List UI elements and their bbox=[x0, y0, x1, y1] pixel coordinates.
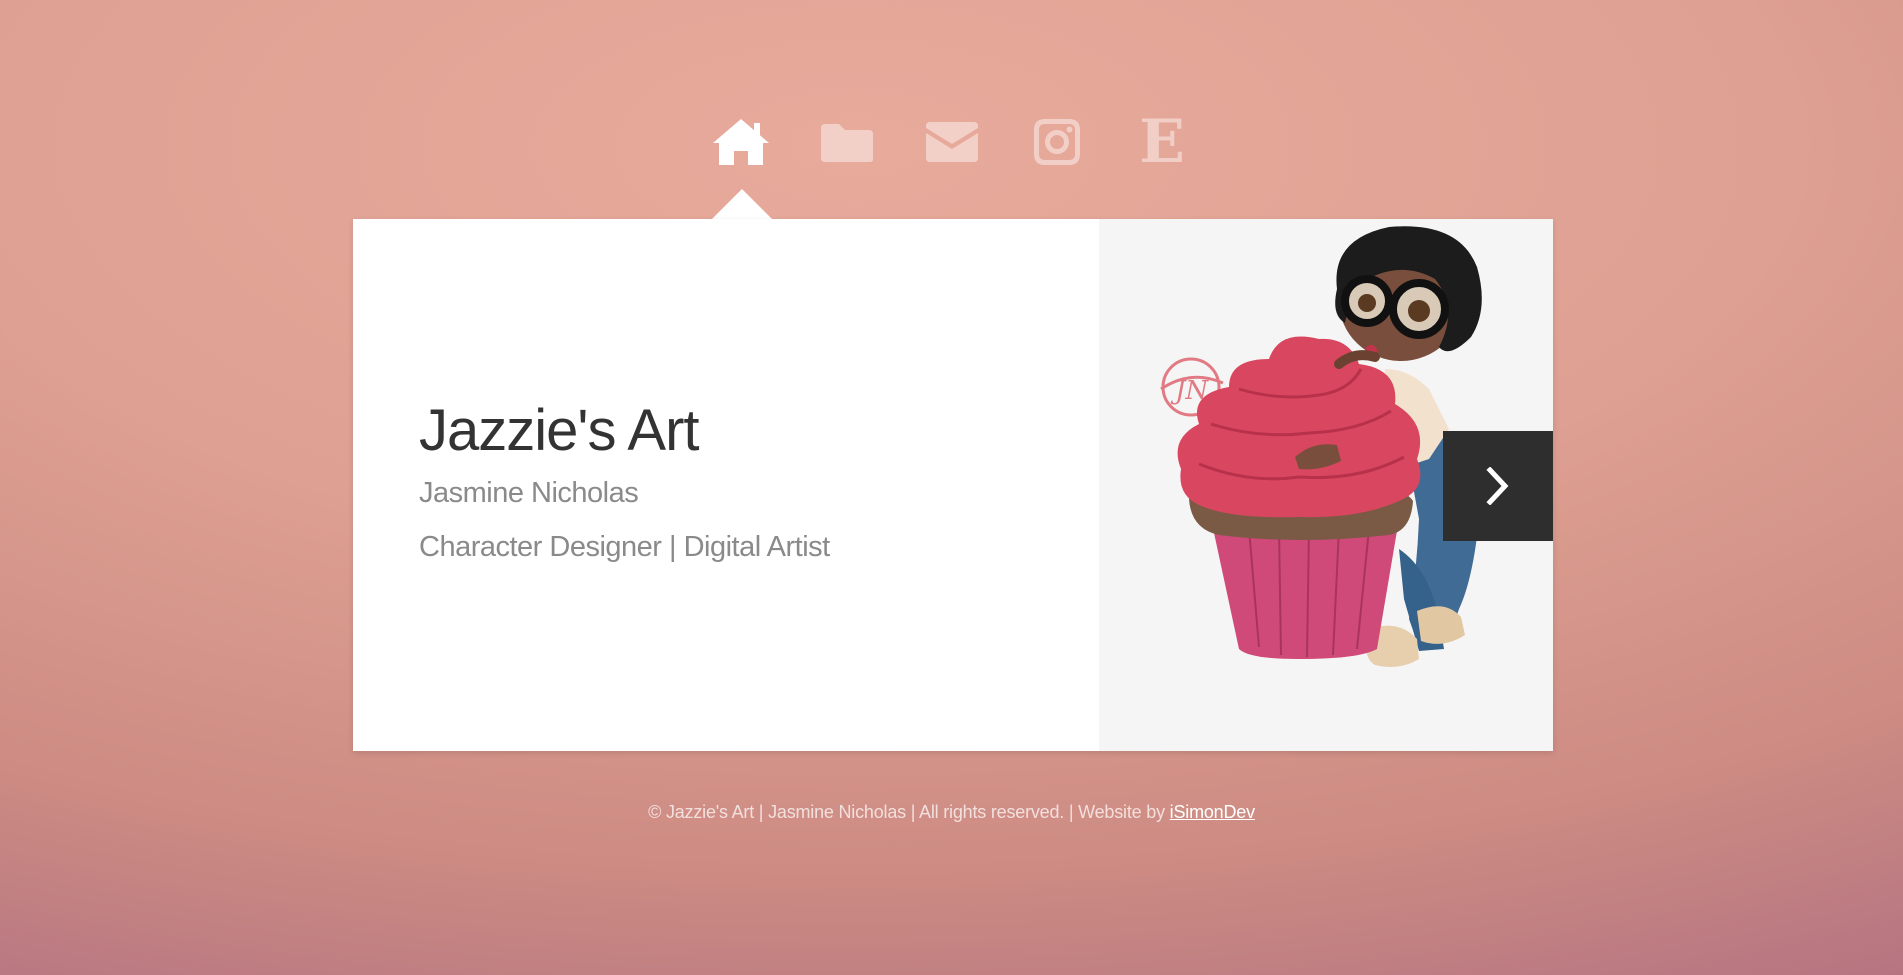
nav-portfolio[interactable] bbox=[815, 110, 879, 174]
active-nav-pointer bbox=[712, 189, 772, 219]
footer-text: © Jazzie's Art | Jasmine Nicholas | All … bbox=[648, 802, 1170, 822]
footer-credit-link[interactable]: iSimonDev bbox=[1170, 802, 1255, 822]
folder-icon bbox=[821, 124, 873, 162]
nav-contact[interactable] bbox=[920, 110, 984, 174]
nav-instagram[interactable] bbox=[1025, 110, 1089, 174]
envelope-icon bbox=[926, 122, 978, 162]
artist-name: Jasmine Nicholas bbox=[419, 477, 639, 509]
etsy-icon: E bbox=[1139, 107, 1185, 177]
main-nav: E bbox=[0, 110, 1903, 172]
nav-etsy[interactable]: E bbox=[1130, 110, 1194, 174]
chevron-right-icon bbox=[1486, 467, 1509, 505]
site-title: Jazzie's Art bbox=[419, 398, 700, 463]
artist-tagline: Character Designer | Digital Artist bbox=[419, 531, 830, 563]
home-icon bbox=[713, 119, 769, 165]
hero-card: Jazzie's Art Jasmine Nicholas Character … bbox=[353, 219, 1553, 751]
slider: JN bbox=[1099, 219, 1553, 751]
instagram-icon bbox=[1034, 119, 1080, 165]
nav-home[interactable] bbox=[709, 110, 773, 174]
next-slide-button[interactable] bbox=[1443, 431, 1553, 541]
footer: © Jazzie's Art | Jasmine Nicholas | All … bbox=[0, 802, 1903, 823]
hero-text: Jazzie's Art Jasmine Nicholas Character … bbox=[353, 219, 1099, 751]
